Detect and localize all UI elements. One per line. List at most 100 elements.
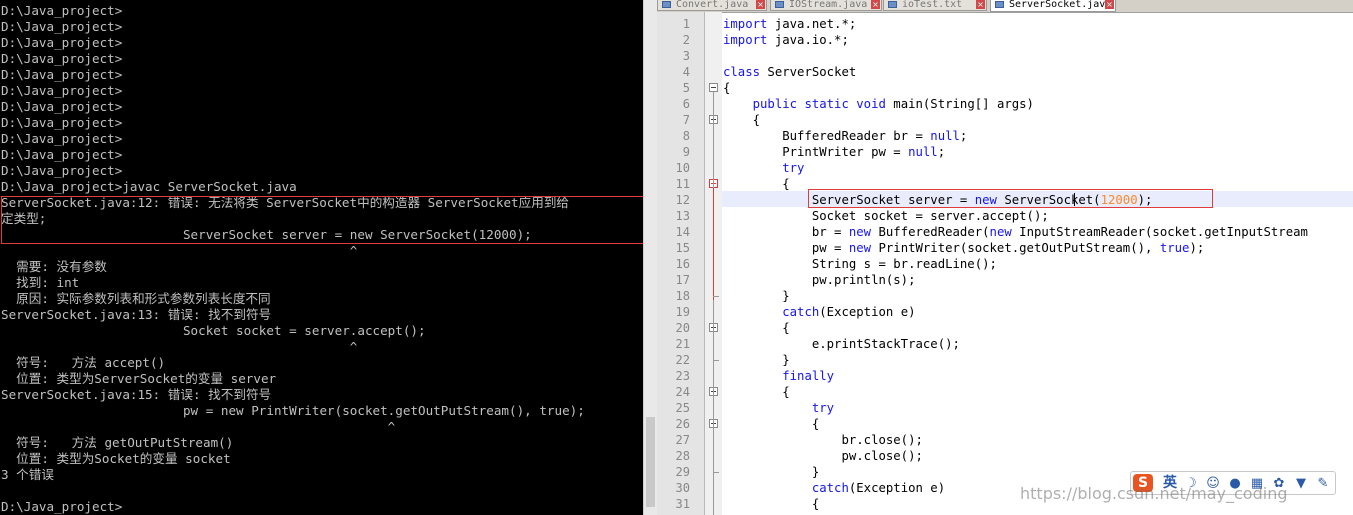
code-line: class ServerSocket: [723, 64, 856, 80]
line-number: 18: [675, 289, 690, 303]
code-token: br =: [723, 225, 849, 239]
line-number: 6: [682, 97, 690, 111]
keyword-token: catch: [811, 481, 849, 495]
close-icon[interactable]: ×: [976, 0, 985, 9]
file-icon: [888, 1, 897, 8]
console-line: ^: [1, 243, 358, 258]
code-line: try: [723, 400, 834, 416]
fold-toggle-icon[interactable]: [709, 83, 718, 92]
code-editor[interactable]: Convert.java × IOStream.java × ioTest.txt × Se…: [657, 0, 1353, 515]
line-number: 14: [675, 225, 690, 239]
code-line: Socket socket = server.accept();: [723, 208, 1049, 224]
code-token: (Exception e): [848, 481, 946, 495]
code-token: e.printStackTrace();: [723, 337, 960, 351]
console-scrollbar[interactable]: [643, 0, 657, 515]
line-number: 23: [675, 369, 690, 383]
code-line: }: [723, 352, 789, 368]
code-token: pw =: [723, 241, 849, 255]
code-line: BufferedReader br = null;: [723, 128, 967, 144]
keyword-token: true: [1159, 241, 1190, 255]
keyword-token: try: [782, 161, 805, 175]
code-line: {: [723, 112, 760, 128]
line-number: 7: [682, 113, 690, 127]
tab-convert-java[interactable]: Convert.java ×: [657, 0, 767, 11]
file-icon: [995, 1, 1004, 8]
command-prompt-window[interactable]: D:\Java_project> D:\Java_project> D:\Java_…: [0, 0, 643, 515]
error-highlight-box: [1, 196, 643, 244]
keyword-token: new: [848, 225, 872, 239]
code-line: {: [723, 384, 789, 400]
code-line: {: [723, 320, 790, 336]
close-icon[interactable]: ×: [871, 0, 880, 9]
console-line: ^: [1, 339, 358, 354]
code-line: }: [723, 464, 819, 480]
tab-iostream-java[interactable]: IOStream.java ×: [770, 0, 882, 11]
console-line: D:\Java_project>: [1, 147, 123, 162]
fold-end-marker: [713, 296, 719, 297]
shirt-icon[interactable]: ▼: [1293, 476, 1309, 492]
line-number: 1: [682, 17, 690, 31]
code-line: import java.net.*;: [723, 16, 856, 32]
code-token: InputStreamReader(socket.getInputStream: [1011, 225, 1308, 239]
console-line: ServerSocket.java:13: 错误: 找不到符号: [1, 307, 272, 322]
line-number: 22: [675, 353, 690, 367]
line-number: 16: [675, 257, 690, 271]
tab-iotest-txt[interactable]: ioTest.txt ×: [883, 0, 987, 11]
code-line: {: [723, 80, 730, 96]
keyword-token: new: [989, 225, 1012, 239]
console-line: D:\Java_project>: [1, 99, 123, 114]
console-line: D:\Java_project>: [1, 163, 123, 178]
close-icon[interactable]: ×: [756, 0, 765, 9]
code-token: );: [1189, 241, 1205, 255]
code-line: {: [723, 176, 789, 192]
keyword-token: class: [723, 65, 761, 79]
keyword-token: null: [908, 145, 938, 159]
line-number: 17: [675, 273, 690, 287]
keyword-token: import: [723, 33, 768, 47]
text-caret: [1074, 193, 1075, 206]
console-line: D:\Java_project>: [1, 51, 123, 66]
console-line: 符号: 方法 accept(): [1, 355, 166, 370]
code-line: public static void main(String[] args): [723, 96, 1034, 112]
line-number: 27: [675, 433, 690, 447]
code-token: (Exception e): [819, 305, 916, 319]
keyword-token: import: [723, 17, 768, 31]
line-number: 11: [675, 177, 690, 191]
code-token: ;: [959, 129, 968, 143]
code-line: catch(Exception e): [723, 480, 945, 496]
console-line: ^: [1, 419, 396, 434]
tab-serversocket-java[interactable]: ServerSocket.java ×: [990, 0, 1116, 12]
code-token: br.close();: [723, 433, 923, 447]
line-number: 3: [682, 49, 690, 63]
console-line: 找到: int: [1, 275, 80, 290]
console-line: D:\Java_project>: [1, 83, 123, 98]
code-token: {: [723, 113, 761, 127]
close-icon[interactable]: ×: [1105, 0, 1114, 9]
fold-guide-active: [713, 188, 714, 300]
fold-end-marker: [713, 360, 719, 361]
scrollbar-thumb[interactable]: [646, 417, 655, 507]
code-highlight-box: [808, 189, 1213, 208]
console-line: D:\Java_project>: [1, 131, 123, 146]
code-token: {: [723, 417, 820, 431]
line-number: 5: [682, 81, 690, 95]
code-line: }: [723, 288, 789, 304]
code-token: main(String[] args): [885, 97, 1034, 111]
wrench-icon[interactable]: ✎: [1315, 476, 1331, 492]
code-token: ;: [937, 145, 946, 159]
console-line: Socket socket = server.accept();: [1, 323, 426, 338]
keyword-token: public static void: [752, 97, 886, 111]
console-line: D:\Java_project>javac ServerSocket.java: [1, 179, 297, 194]
line-number-gutter: 1 2 3 4 5 6 7 8 9 10 11 12 13 14 15 16 17 18 19 20 21 22 23 24 2…: [657, 12, 705, 515]
code-token: BufferedReader br =: [723, 129, 931, 143]
line-number: 30: [675, 481, 690, 495]
code-line: String s = br.readLine();: [723, 256, 997, 272]
keyword-token: finally: [782, 369, 835, 383]
code-token: }: [723, 465, 820, 479]
tab-label: ServerSocket.java: [1009, 0, 1112, 10]
code-token: {: [723, 321, 790, 335]
